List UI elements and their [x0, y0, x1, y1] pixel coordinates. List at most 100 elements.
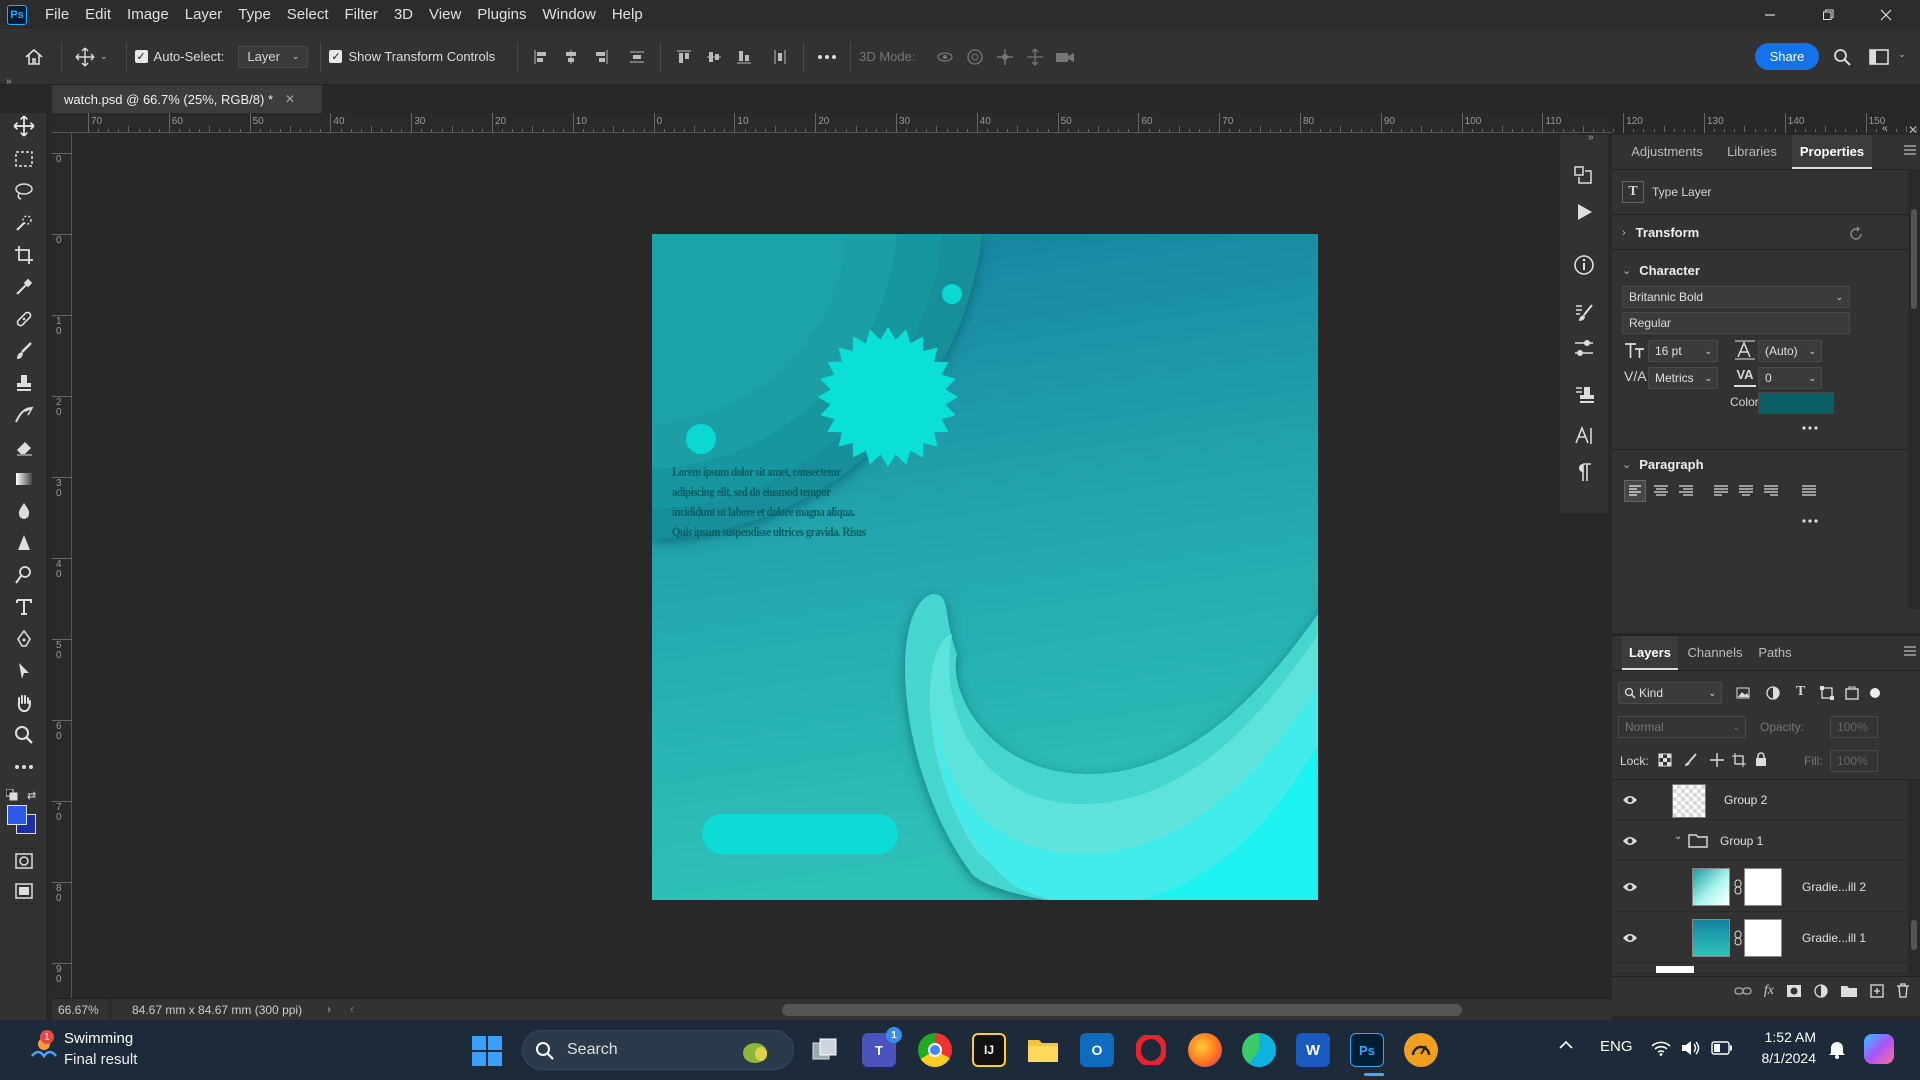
type-tool-icon[interactable] — [11, 594, 37, 620]
text-color-swatch[interactable] — [1758, 392, 1834, 414]
layer-effects-icon[interactable]: fx — [1764, 983, 1774, 999]
dodge-tool-icon[interactable] — [11, 562, 37, 588]
document-canvas[interactable]: Lorem ipsum dolor sit amet, consectetur … — [652, 234, 1318, 900]
justify-all-button[interactable] — [1798, 480, 1820, 502]
link-icon[interactable] — [1734, 930, 1742, 946]
auto-select-checkbox[interactable]: ✓ — [134, 50, 148, 63]
font-family-dropdown[interactable]: Britannic Bold ⌄ — [1622, 286, 1850, 308]
layer-mask-thumbnail[interactable] — [1744, 919, 1782, 957]
firefox-icon[interactable] — [1188, 1033, 1222, 1067]
3d-orbit-icon[interactable] — [930, 42, 960, 72]
opacity-field[interactable]: 100% — [1830, 716, 1878, 738]
more-paragraph-options-icon[interactable] — [1802, 519, 1818, 523]
link-layers-icon[interactable] — [1734, 986, 1752, 996]
intellij-icon[interactable]: IJ — [972, 1033, 1006, 1067]
layers-scrollbar[interactable] — [1908, 780, 1920, 976]
close-tab-icon[interactable]: ✕ — [285, 92, 295, 106]
3d-pan-icon[interactable] — [990, 42, 1020, 72]
crop-tool-icon[interactable] — [11, 242, 37, 268]
menu-type[interactable]: Type — [230, 0, 279, 29]
word-icon[interactable]: W — [1296, 1033, 1330, 1067]
sharpen-tool-icon[interactable] — [11, 530, 37, 556]
align-center-h-icon[interactable] — [556, 42, 586, 72]
eyedropper-tool-icon[interactable] — [11, 274, 37, 300]
add-mask-icon[interactable] — [1786, 984, 1802, 998]
link-icon[interactable] — [1734, 879, 1742, 895]
paragraph-section[interactable]: ⌄ Paragraph — [1622, 457, 1704, 472]
info-panel-icon[interactable] — [1573, 254, 1595, 276]
character-panel-icon[interactable] — [1573, 425, 1595, 447]
task-view-icon[interactable] — [808, 1033, 842, 1067]
justify-last-center-button[interactable] — [1735, 480, 1757, 502]
align-text-right-button[interactable] — [1675, 480, 1697, 502]
notification-subtitle[interactable]: Final result — [64, 1051, 137, 1068]
collapse-dock-icon[interactable]: « — [1882, 123, 1888, 134]
default-colors-icon[interactable] — [6, 789, 18, 801]
delete-layer-icon[interactable] — [1896, 983, 1910, 998]
more-options-icon[interactable] — [812, 42, 842, 72]
filter-type-icon[interactable]: T — [1796, 684, 1805, 700]
eraser-tool-icon[interactable] — [11, 434, 37, 460]
more-tools-icon[interactable] — [11, 754, 37, 780]
adjustment-sliders-icon[interactable] — [1573, 337, 1595, 359]
more-character-options-icon[interactable] — [1802, 426, 1818, 430]
language-indicator[interactable]: ENG — [1600, 1038, 1633, 1055]
justify-last-left-button[interactable] — [1710, 480, 1732, 502]
tool-preset-chevron-icon[interactable]: ⌄ — [100, 51, 108, 62]
filter-smart-object-icon[interactable] — [1845, 686, 1859, 700]
menu-file[interactable]: File — [37, 0, 77, 29]
body-text-block[interactable]: Lorem ipsum dolor sit amet, consectetur … — [672, 462, 866, 542]
opera-icon[interactable] — [1134, 1033, 1168, 1067]
screen-mode-icon[interactable] — [11, 878, 37, 904]
tab-layers[interactable]: Layers — [1622, 636, 1678, 670]
layer-mask-thumbnail[interactable] — [1744, 868, 1782, 906]
menu-layer[interactable]: Layer — [177, 0, 231, 29]
leading-field[interactable]: (Auto) ⌄ — [1758, 340, 1822, 362]
restore-button[interactable] — [1800, 0, 1856, 29]
workspace-chevron-icon[interactable]: ⌄ — [1898, 49, 1906, 60]
clone-source-icon[interactable] — [1573, 384, 1595, 406]
file-explorer-icon[interactable] — [1026, 1033, 1060, 1067]
brush-tool-icon[interactable] — [11, 338, 37, 364]
lock-artboard-icon[interactable] — [1732, 753, 1746, 767]
clock-time[interactable]: 1:52 AM — [1756, 1029, 1816, 1045]
edge-icon[interactable] — [1242, 1033, 1276, 1067]
layer-row-gradient-fill-2[interactable]: Gradie...ill 2 — [1612, 862, 1908, 912]
layer-row-group-2[interactable]: Group 2 — [1612, 780, 1908, 820]
align-bottom-icon[interactable] — [729, 42, 759, 72]
visibility-eye-icon[interactable] — [1622, 835, 1638, 847]
speedometer-app-icon[interactable] — [1404, 1033, 1438, 1067]
visibility-eye-icon[interactable] — [1622, 932, 1638, 944]
history-panel-icon[interactable] — [1573, 165, 1595, 187]
panel-menu-icon[interactable] — [1904, 145, 1916, 155]
lock-position-icon[interactable] — [1710, 753, 1724, 767]
quick-mask-icon[interactable] — [11, 848, 37, 874]
minimize-button[interactable] — [1742, 0, 1798, 29]
home-icon[interactable] — [19, 42, 49, 72]
new-adjustment-layer-icon[interactable] — [1814, 983, 1828, 998]
filter-shape-icon[interactable] — [1820, 686, 1834, 700]
3d-camera-icon[interactable] — [1050, 42, 1080, 72]
properties-scrollbar[interactable] — [1908, 169, 1920, 609]
show-hidden-icons-chevron-icon[interactable] — [1558, 1040, 1574, 1050]
swap-colors-icon[interactable]: ⇄ — [27, 789, 36, 802]
battery-icon[interactable] — [1711, 1041, 1733, 1055]
menu-help[interactable]: Help — [604, 0, 651, 29]
menu-edit[interactable]: Edit — [77, 0, 119, 29]
blur-tool-icon[interactable] — [11, 498, 37, 524]
align-left-icon[interactable] — [526, 42, 556, 72]
zoom-level[interactable]: 66.67% — [58, 1003, 99, 1017]
tab-libraries[interactable]: Libraries — [1714, 135, 1790, 169]
menu-image[interactable]: Image — [119, 0, 177, 29]
close-window-button[interactable] — [1858, 0, 1914, 29]
blend-mode-dropdown[interactable]: Normal ⌄ — [1618, 716, 1746, 738]
clock-date[interactable]: 8/1/2024 — [1746, 1050, 1817, 1066]
fill-field[interactable]: 100% — [1830, 750, 1878, 772]
horizontal-scrollbar[interactable] — [782, 1004, 1462, 1016]
visibility-eye-icon[interactable] — [1622, 794, 1638, 806]
collapse-panel-icon[interactable]: » — [6, 76, 12, 87]
photoshop-taskbar-icon[interactable]: Ps — [1350, 1033, 1384, 1067]
paragraph-panel-icon[interactable] — [1573, 461, 1595, 483]
wifi-icon[interactable] — [1651, 1040, 1671, 1056]
align-text-center-button[interactable] — [1650, 480, 1672, 502]
